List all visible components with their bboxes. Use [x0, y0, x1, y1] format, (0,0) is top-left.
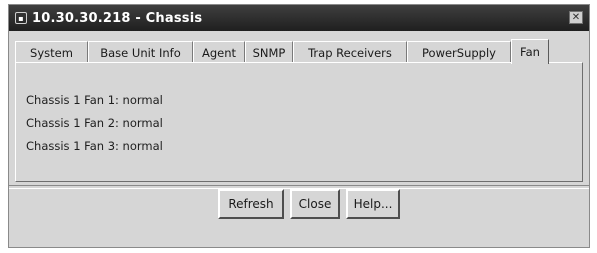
tab-strip: System Base Unit Info Agent SNMP Trap Re…: [15, 39, 583, 64]
help-button[interactable]: Help...: [346, 189, 400, 219]
refresh-button[interactable]: Refresh: [218, 189, 284, 219]
fan-status-line: Chassis 1 Fan 1: normal: [26, 93, 163, 107]
fan-status-panel: Chassis 1 Fan 1: normal Chassis 1 Fan 2:…: [15, 62, 583, 182]
tab-system[interactable]: System: [15, 41, 88, 63]
chassis-dialog: ▪ 10.30.30.218 - Chassis ✕ System Base U…: [8, 4, 590, 248]
title-bar[interactable]: ▪ 10.30.30.218 - Chassis ✕: [9, 5, 589, 31]
tab-snmp[interactable]: SNMP: [245, 41, 293, 63]
tab-fan[interactable]: Fan: [511, 39, 549, 64]
tab-base-unit-info[interactable]: Base Unit Info: [88, 41, 193, 63]
window-app-icon: ▪: [15, 12, 27, 24]
fan-status-line: Chassis 1 Fan 3: normal: [26, 139, 163, 153]
tab-agent[interactable]: Agent: [193, 41, 245, 63]
tab-powersupply[interactable]: PowerSupply: [407, 41, 511, 63]
fan-status-line: Chassis 1 Fan 2: normal: [26, 116, 163, 130]
close-icon[interactable]: ✕: [569, 11, 583, 24]
tab-trap-receivers[interactable]: Trap Receivers: [293, 41, 407, 63]
window-title: 10.30.30.218 - Chassis: [32, 10, 203, 26]
close-button[interactable]: Close: [290, 189, 340, 219]
